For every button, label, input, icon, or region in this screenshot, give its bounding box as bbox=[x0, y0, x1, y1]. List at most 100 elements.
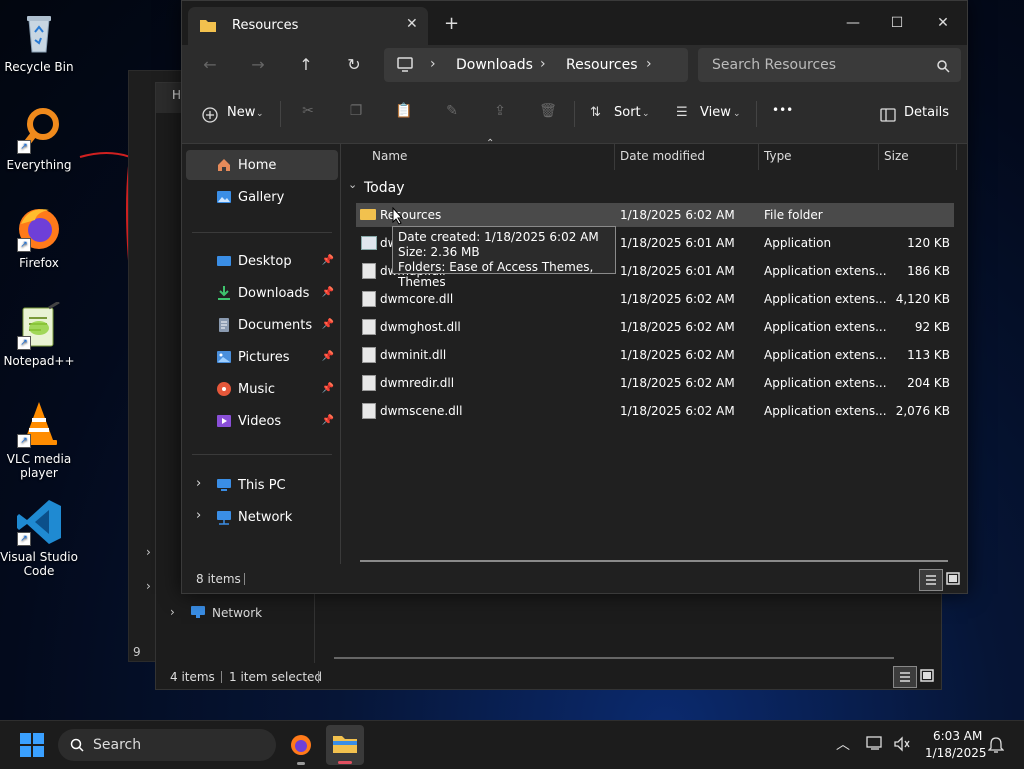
desktop-icon-recycle-bin[interactable]: Recycle Bin bbox=[0, 8, 78, 74]
forward-arrow-icon[interactable]: → bbox=[244, 53, 272, 77]
column-header-name[interactable]: Name bbox=[372, 149, 407, 163]
chevron-right-icon[interactable]: › bbox=[646, 56, 652, 72]
table-row[interactable]: dwmghost.dll 1/18/2025 6:02 AM Applicati… bbox=[356, 315, 954, 339]
new-tab-button[interactable]: + bbox=[444, 13, 459, 34]
details-pane-icon[interactable] bbox=[880, 108, 896, 122]
search-box[interactable]: Search Resources bbox=[698, 48, 961, 82]
chevron-down-icon[interactable]: ⌄ bbox=[733, 109, 741, 119]
copy-icon[interactable]: ❐ bbox=[346, 103, 366, 123]
view-list-icon[interactable]: ☰ bbox=[676, 105, 688, 120]
table-row[interactable]: dwminit.dll 1/18/2025 6:02 AM Applicatio… bbox=[356, 343, 954, 367]
more-options-button[interactable]: ••• bbox=[772, 103, 793, 117]
desktop-icon-vlc[interactable]: ↗ VLC media player bbox=[0, 400, 78, 480]
tab-resources[interactable]: Resources ✕ bbox=[188, 7, 428, 45]
sort-icon[interactable]: ⇅ bbox=[590, 105, 601, 120]
pin-icon[interactable]: 📌 bbox=[322, 319, 334, 330]
column-header-type[interactable]: Type bbox=[764, 149, 792, 163]
column-divider[interactable] bbox=[956, 144, 957, 170]
title-bar[interactable]: Resources ✕ + — ☐ ✕ bbox=[182, 1, 967, 45]
file-type: Application extens... bbox=[764, 404, 887, 418]
desktop-icon-firefox[interactable]: ↗ Firefox bbox=[0, 204, 78, 270]
delete-icon[interactable]: 🗑 bbox=[538, 103, 558, 123]
table-row[interactable]: dwmscene.dll 1/18/2025 6:02 AM Applicati… bbox=[356, 399, 954, 423]
cut-icon[interactable]: ✂ bbox=[298, 103, 318, 123]
chevron-right-icon[interactable]: › bbox=[196, 508, 201, 523]
new-plus-icon[interactable] bbox=[202, 107, 218, 123]
table-row[interactable]: Resources 1/18/2025 6:02 AM File folder bbox=[356, 203, 954, 227]
details-button[interactable]: Details bbox=[904, 105, 949, 120]
paste-icon[interactable]: 📋 bbox=[394, 103, 414, 123]
sidebar-item-desktop[interactable]: Desktop 📌 bbox=[186, 246, 338, 276]
table-row[interactable]: dwmcore.dll 1/18/2025 6:02 AM Applicatio… bbox=[356, 287, 954, 311]
clock-date[interactable]: 1/18/2025 bbox=[925, 746, 987, 760]
chevron-right-icon[interactable]: › bbox=[170, 605, 175, 619]
taskbar-firefox-icon[interactable] bbox=[289, 733, 313, 757]
refresh-icon[interactable]: ↻ bbox=[340, 53, 368, 77]
tiles-view-toggle[interactable] bbox=[943, 569, 963, 589]
pin-icon[interactable]: 📌 bbox=[322, 383, 334, 394]
sidebar-item-downloads[interactable]: Downloads 📌 bbox=[186, 278, 338, 308]
taskbar-search-box[interactable]: Search bbox=[58, 729, 276, 761]
chevron-right-icon[interactable]: › bbox=[540, 56, 546, 72]
tiles-view-toggle[interactable] bbox=[917, 666, 937, 686]
sidebar-item-gallery[interactable]: Gallery bbox=[186, 182, 338, 212]
sidebar-item-videos[interactable]: Videos 📌 bbox=[186, 406, 338, 436]
address-bar[interactable]: › Downloads › Resources › bbox=[384, 48, 688, 82]
minimize-button[interactable]: — bbox=[830, 8, 876, 38]
display-icon[interactable] bbox=[866, 735, 884, 751]
desktop-icon-notepadpp[interactable]: ↗ Notepad++ bbox=[0, 300, 78, 368]
taskbar-file-explorer-button[interactable] bbox=[326, 725, 364, 765]
close-tab-icon[interactable]: ✕ bbox=[406, 16, 418, 32]
close-window-button[interactable]: ✕ bbox=[920, 8, 966, 38]
chevron-down-icon[interactable]: ⌄ bbox=[348, 178, 357, 191]
view-button[interactable]: View bbox=[700, 105, 731, 120]
search-input[interactable]: Search Resources bbox=[712, 57, 836, 73]
column-divider[interactable] bbox=[614, 144, 615, 170]
horizontal-scrollbar[interactable] bbox=[360, 560, 948, 562]
pin-icon[interactable]: 📌 bbox=[322, 255, 334, 266]
column-header-size[interactable]: Size bbox=[884, 149, 909, 163]
volume-muted-icon[interactable] bbox=[893, 736, 911, 752]
table-row[interactable]: dwmredir.dll 1/18/2025 6:02 AM Applicati… bbox=[356, 371, 954, 395]
details-view-toggle[interactable] bbox=[919, 569, 943, 591]
chevron-up-icon[interactable]: ︿ bbox=[836, 734, 850, 754]
column-divider[interactable] bbox=[758, 144, 759, 170]
clock-time[interactable]: 6:03 AM bbox=[933, 729, 982, 743]
sidebar-item-documents[interactable]: Documents 📌 bbox=[186, 310, 338, 340]
pin-icon[interactable]: 📌 bbox=[322, 351, 334, 362]
file-explorer-window[interactable]: Resources ✕ + — ☐ ✕ ← → ↑ ↻ › Downloads … bbox=[181, 0, 968, 594]
column-header-date[interactable]: Date modified bbox=[620, 149, 705, 163]
share-icon[interactable]: ⇪ bbox=[490, 103, 510, 123]
chevron-down-icon[interactable]: ⌄ bbox=[256, 109, 264, 119]
pin-icon[interactable]: 📌 bbox=[322, 415, 334, 426]
sidebar-item-network[interactable]: › Network bbox=[186, 502, 338, 532]
rename-icon[interactable]: ✎ bbox=[442, 103, 462, 123]
sidebar-item-pictures[interactable]: Pictures 📌 bbox=[186, 342, 338, 372]
details-view-toggle[interactable] bbox=[893, 666, 917, 688]
new-button[interactable]: New bbox=[227, 105, 255, 120]
start-windows-icon[interactable] bbox=[20, 733, 44, 757]
chevron-right-icon[interactable]: › bbox=[146, 579, 151, 593]
breadcrumb-downloads[interactable]: Downloads bbox=[456, 57, 533, 73]
desktop-icon-everything[interactable]: ↗ Everything bbox=[0, 106, 78, 172]
breadcrumb-resources[interactable]: Resources bbox=[566, 57, 638, 73]
up-arrow-icon[interactable]: ↑ bbox=[292, 53, 320, 77]
chevron-right-icon[interactable]: › bbox=[196, 476, 201, 491]
chevron-right-icon[interactable]: › bbox=[146, 545, 151, 559]
horizontal-scrollbar[interactable] bbox=[334, 657, 894, 659]
sort-button[interactable]: Sort bbox=[614, 105, 641, 120]
pin-icon[interactable]: 📌 bbox=[322, 287, 334, 298]
notification-bell-icon[interactable] bbox=[987, 736, 1005, 754]
chevron-right-icon[interactable]: › bbox=[430, 56, 436, 72]
sidebar-item-this-pc[interactable]: › This PC bbox=[186, 470, 338, 500]
sidebar-item-home[interactable]: Home bbox=[186, 150, 338, 180]
desktop-icon-vscode[interactable]: ↗ Visual Studio Code bbox=[0, 498, 78, 578]
maximize-button[interactable]: ☐ bbox=[874, 8, 920, 38]
search-icon[interactable] bbox=[936, 59, 950, 73]
back-arrow-icon[interactable]: ← bbox=[196, 53, 224, 77]
column-divider[interactable] bbox=[878, 144, 879, 170]
group-header-today[interactable]: Today bbox=[364, 180, 405, 196]
back-sidebar-network[interactable]: Network bbox=[212, 606, 262, 620]
sidebar-item-music[interactable]: Music 📌 bbox=[186, 374, 338, 404]
chevron-down-icon[interactable]: ⌄ bbox=[642, 109, 650, 119]
